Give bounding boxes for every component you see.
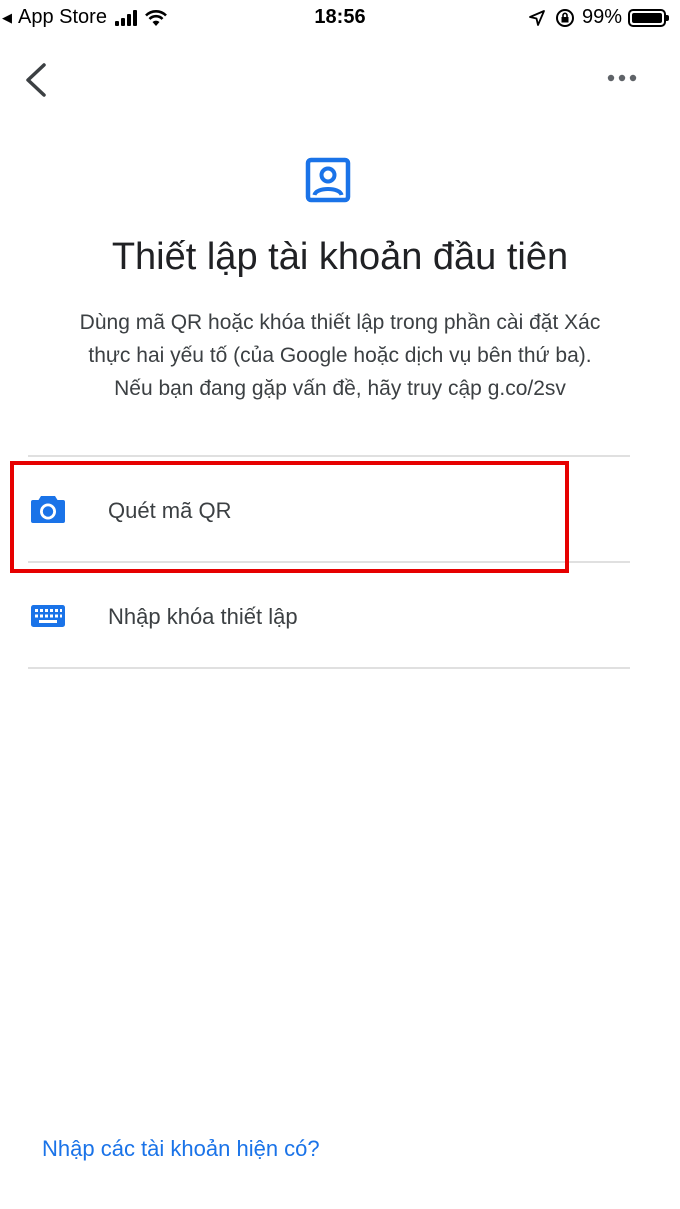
enter-setup-key-label: Nhập khóa thiết lập — [108, 604, 298, 629]
description-line: Dùng mã QR hoặc khóa thiết lập trong phầ… — [79, 311, 601, 334]
divider — [28, 455, 630, 457]
account-box-icon — [305, 157, 351, 203]
import-accounts-link[interactable]: Nhập các tài khoản hiện có? — [42, 1136, 320, 1162]
page-title: Thiết lập tài khoản đầu tiên — [111, 236, 569, 278]
status-right: 99% — [528, 6, 669, 29]
screen: ◀ App Store 18:56 99% Thiết lập tài khoả… — [0, 0, 680, 1209]
battery-percent: 99% — [581, 6, 622, 28]
keyboard-icon — [31, 605, 65, 627]
enter-setup-key-option[interactable]: Nhập khóa thiết lập — [10, 564, 630, 670]
highlight-box — [10, 461, 569, 573]
page-description: Dùng mã QR hoặc khóa thiết lập trong phầ… — [20, 306, 660, 405]
battery-icon — [628, 8, 669, 27]
description-line: Nếu bạn đang gặp vấn đề, hãy truy cập g.… — [114, 377, 566, 400]
back-button[interactable] — [22, 60, 54, 100]
battery-level — [632, 12, 662, 23]
location-arrow-icon — [529, 9, 545, 26]
divider — [28, 667, 630, 669]
description-line: thực hai yếu tố (của Google hoặc dịch vụ… — [88, 344, 592, 367]
orientation-lock-icon — [555, 8, 574, 27]
status-bar: ◀ App Store 18:56 99% — [0, 0, 680, 36]
more-options-button[interactable] — [606, 70, 638, 86]
